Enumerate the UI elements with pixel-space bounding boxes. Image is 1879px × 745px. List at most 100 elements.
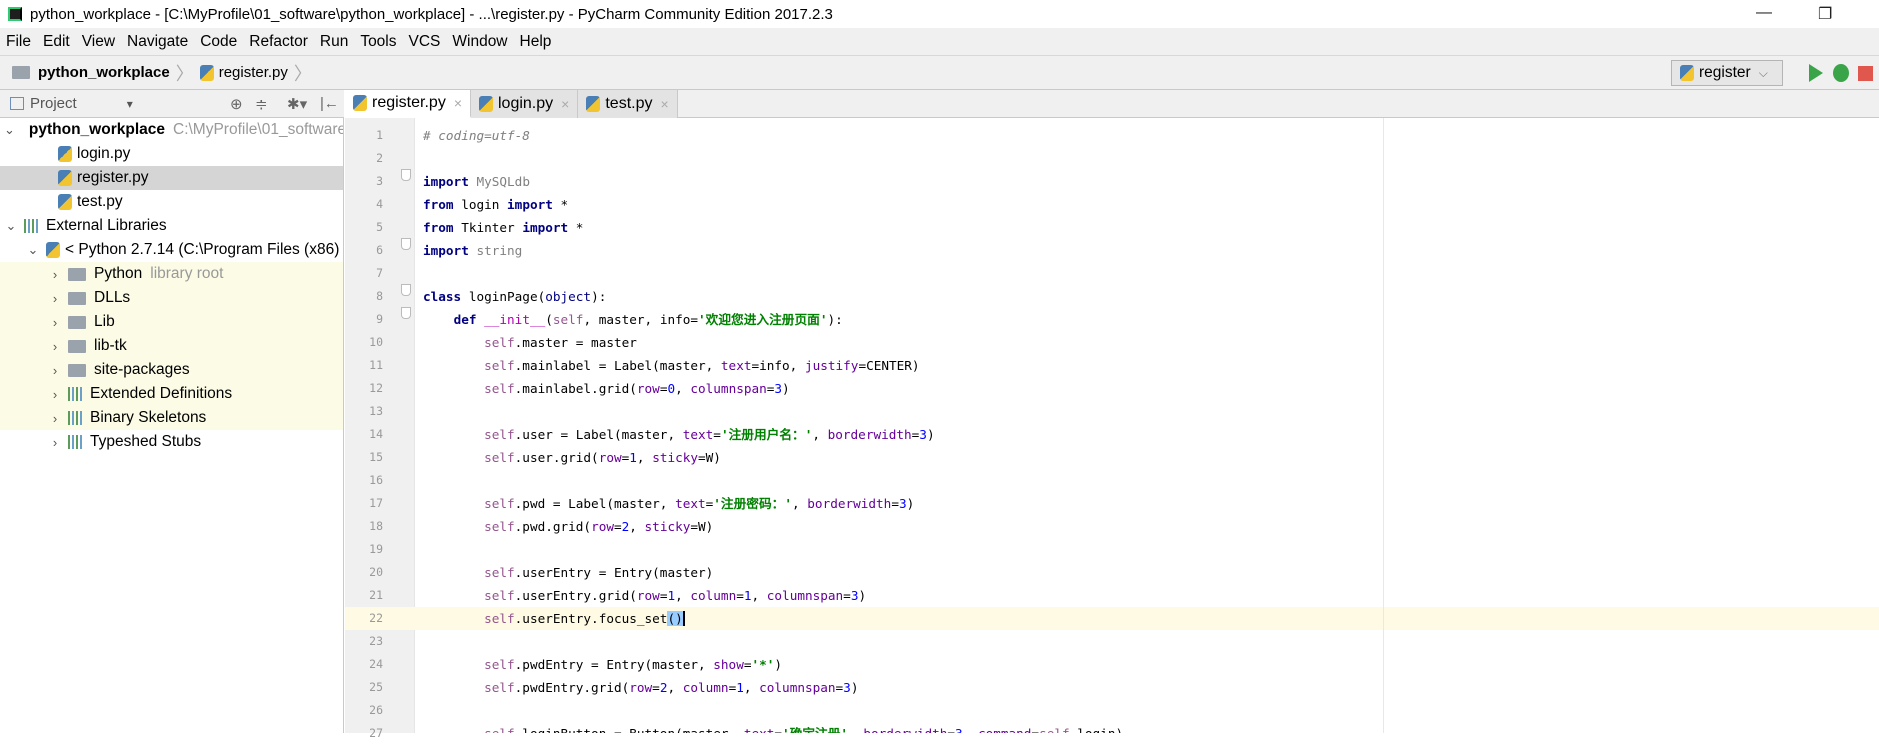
code-line[interactable]: [415, 262, 1879, 285]
code-line[interactable]: [415, 699, 1879, 722]
code-token: .userEntry.grid(: [514, 588, 637, 603]
code-line[interactable]: self.user = Label(master, text='注册用户名：',…: [415, 423, 1879, 446]
code-line[interactable]: [415, 469, 1879, 492]
collapse-all-icon[interactable]: ≑: [255, 95, 268, 113]
close-icon[interactable]: ×: [454, 95, 462, 111]
chevron-right-icon[interactable]: ›: [48, 267, 62, 282]
code-line[interactable]: self.userEntry.focus_set(): [415, 607, 1879, 630]
menu-navigate[interactable]: Navigate: [121, 33, 194, 51]
menu-file[interactable]: File: [0, 33, 37, 51]
breadcrumb-project[interactable]: python_workplace: [38, 64, 170, 81]
code-line[interactable]: class loginPage(object):: [415, 285, 1879, 308]
tree-item[interactable]: login.py: [0, 142, 343, 166]
code-token: borderwidth: [827, 427, 912, 442]
tree-item[interactable]: register.py: [0, 166, 343, 190]
code-line[interactable]: self.user.grid(row=1, sticky=W): [415, 446, 1879, 469]
fold-marker-icon[interactable]: [401, 284, 411, 296]
code-line[interactable]: def __init__(self, master, info='欢迎您进入注册…: [415, 308, 1879, 331]
tree-item[interactable]: › DLLs: [0, 286, 343, 310]
code-line[interactable]: self.loginButton = Button(master, text='…: [415, 722, 1879, 733]
code-line[interactable]: # coding=utf-8: [415, 124, 1879, 147]
fold-marker-icon[interactable]: [401, 307, 411, 319]
code-line[interactable]: [415, 147, 1879, 170]
run-icon[interactable]: [1809, 64, 1823, 82]
code-line[interactable]: self.pwd = Label(master, text = '注册密码：', b…: [415, 492, 1879, 515]
breadcrumb-file[interactable]: register.py: [219, 64, 288, 81]
tree-item[interactable]: ⌄ < Python 2.7.14 (C:\Program Files (x86): [0, 238, 343, 262]
fold-marker-icon[interactable]: [401, 238, 411, 250]
tree-item[interactable]: › Extended Definitions: [0, 382, 343, 406]
code-token: =W): [698, 450, 721, 465]
tree-item[interactable]: ⌄ python_workplace C:\MyProfile\01_softwar…: [0, 118, 343, 142]
code-line[interactable]: self.userEntry.grid(row=1, column=1, col…: [415, 584, 1879, 607]
tree-item-label: test.py: [77, 193, 123, 210]
chevron-right-icon[interactable]: ›: [48, 387, 62, 402]
chevron-down-icon[interactable]: ⌄: [4, 218, 18, 234]
code-line[interactable]: self.mainlabel = Label(master, text=info…: [415, 354, 1879, 377]
menu-view[interactable]: View: [76, 33, 121, 51]
close-icon[interactable]: ×: [660, 96, 668, 112]
chevron-right-icon[interactable]: ›: [48, 339, 62, 354]
chevron-right-icon[interactable]: ›: [48, 315, 62, 330]
debug-icon[interactable]: [1833, 64, 1849, 82]
code-line[interactable]: self.pwdEntry.grid(row=2, column=1, colu…: [415, 676, 1879, 699]
code-line[interactable]: self.mainlabel.grid(row=0, columnspan=3): [415, 377, 1879, 400]
menu-help[interactable]: Help: [514, 33, 558, 51]
code-line[interactable]: import string: [415, 239, 1879, 262]
fold-marker-icon[interactable]: [401, 169, 411, 181]
code-line[interactable]: import MySQLdb: [415, 170, 1879, 193]
menu-vcs[interactable]: VCS: [403, 33, 447, 51]
code-token: ):: [591, 289, 607, 304]
tab-label: login.py: [498, 95, 554, 112]
code-line[interactable]: [415, 630, 1879, 653]
code-line[interactable]: from login import *: [415, 193, 1879, 216]
minimize-button[interactable]: —: [1756, 4, 1772, 22]
tree-item[interactable]: › Binary Skeletons: [0, 406, 343, 430]
gear-icon[interactable]: ✱▾: [287, 95, 307, 113]
tree-item[interactable]: ⌄ External Libraries: [0, 214, 343, 238]
hide-panel-icon[interactable]: |←: [320, 95, 339, 112]
code-line[interactable]: self.master = master: [415, 331, 1879, 354]
code-line[interactable]: self.userEntry = Entry(master): [415, 561, 1879, 584]
chevron-down-icon[interactable]: ⌄: [4, 122, 15, 138]
tree-item[interactable]: › Python library root: [0, 262, 343, 286]
project-view-select[interactable]: Project: [30, 95, 77, 112]
code-line[interactable]: [415, 538, 1879, 561]
menu-window[interactable]: Window: [446, 33, 513, 51]
menu-code[interactable]: Code: [194, 33, 243, 51]
close-icon[interactable]: ×: [561, 96, 569, 112]
locate-icon[interactable]: ⊕: [230, 95, 243, 113]
dropdown-arrow-icon[interactable]: ▾: [127, 97, 133, 111]
code-line[interactable]: from Tkinter import *: [415, 216, 1879, 239]
chevron-right-icon[interactable]: ›: [48, 411, 62, 426]
code-editor[interactable]: # coding=utf-8 import MySQLdb from login i…: [415, 118, 1879, 733]
tree-item-hint: library root: [150, 265, 224, 282]
tree-item[interactable]: › lib-tk: [0, 334, 343, 358]
tree-item[interactable]: › Lib: [0, 310, 343, 334]
code-token: .loginButton = Button(master,: [515, 726, 744, 733]
code-token: ): [906, 496, 915, 511]
menu-tools[interactable]: Tools: [354, 33, 402, 51]
chevron-right-icon[interactable]: ›: [48, 291, 62, 306]
chevron-right-icon[interactable]: ›: [48, 363, 62, 378]
tree-item[interactable]: › site-packages: [0, 358, 343, 382]
run-configuration-select[interactable]: register ⌵: [1671, 60, 1783, 86]
tab-login[interactable]: login.py ×: [471, 90, 579, 118]
code-token: string: [468, 243, 523, 258]
stop-icon[interactable]: [1858, 66, 1873, 81]
tab-register[interactable]: register.py ×: [345, 90, 471, 118]
tree-item[interactable]: › Typeshed Stubs: [0, 430, 343, 454]
code-token: , master, info=: [583, 312, 699, 327]
menu-refactor[interactable]: Refactor: [243, 33, 314, 51]
code-line[interactable]: self.pwd.grid(row=2, sticky=W): [415, 515, 1879, 538]
tree-item[interactable]: test.py: [0, 190, 343, 214]
line-number: 24: [369, 657, 383, 671]
chevron-down-icon[interactable]: ⌄: [26, 242, 40, 258]
code-line[interactable]: [415, 400, 1879, 423]
menu-run[interactable]: Run: [314, 33, 354, 51]
menu-edit[interactable]: Edit: [37, 33, 76, 51]
code-line[interactable]: self.pwdEntry = Entry(master, show='*'): [415, 653, 1879, 676]
tab-test[interactable]: test.py ×: [578, 90, 678, 118]
restore-button[interactable]: ❐: [1818, 4, 1832, 24]
chevron-right-icon[interactable]: ›: [48, 435, 62, 450]
